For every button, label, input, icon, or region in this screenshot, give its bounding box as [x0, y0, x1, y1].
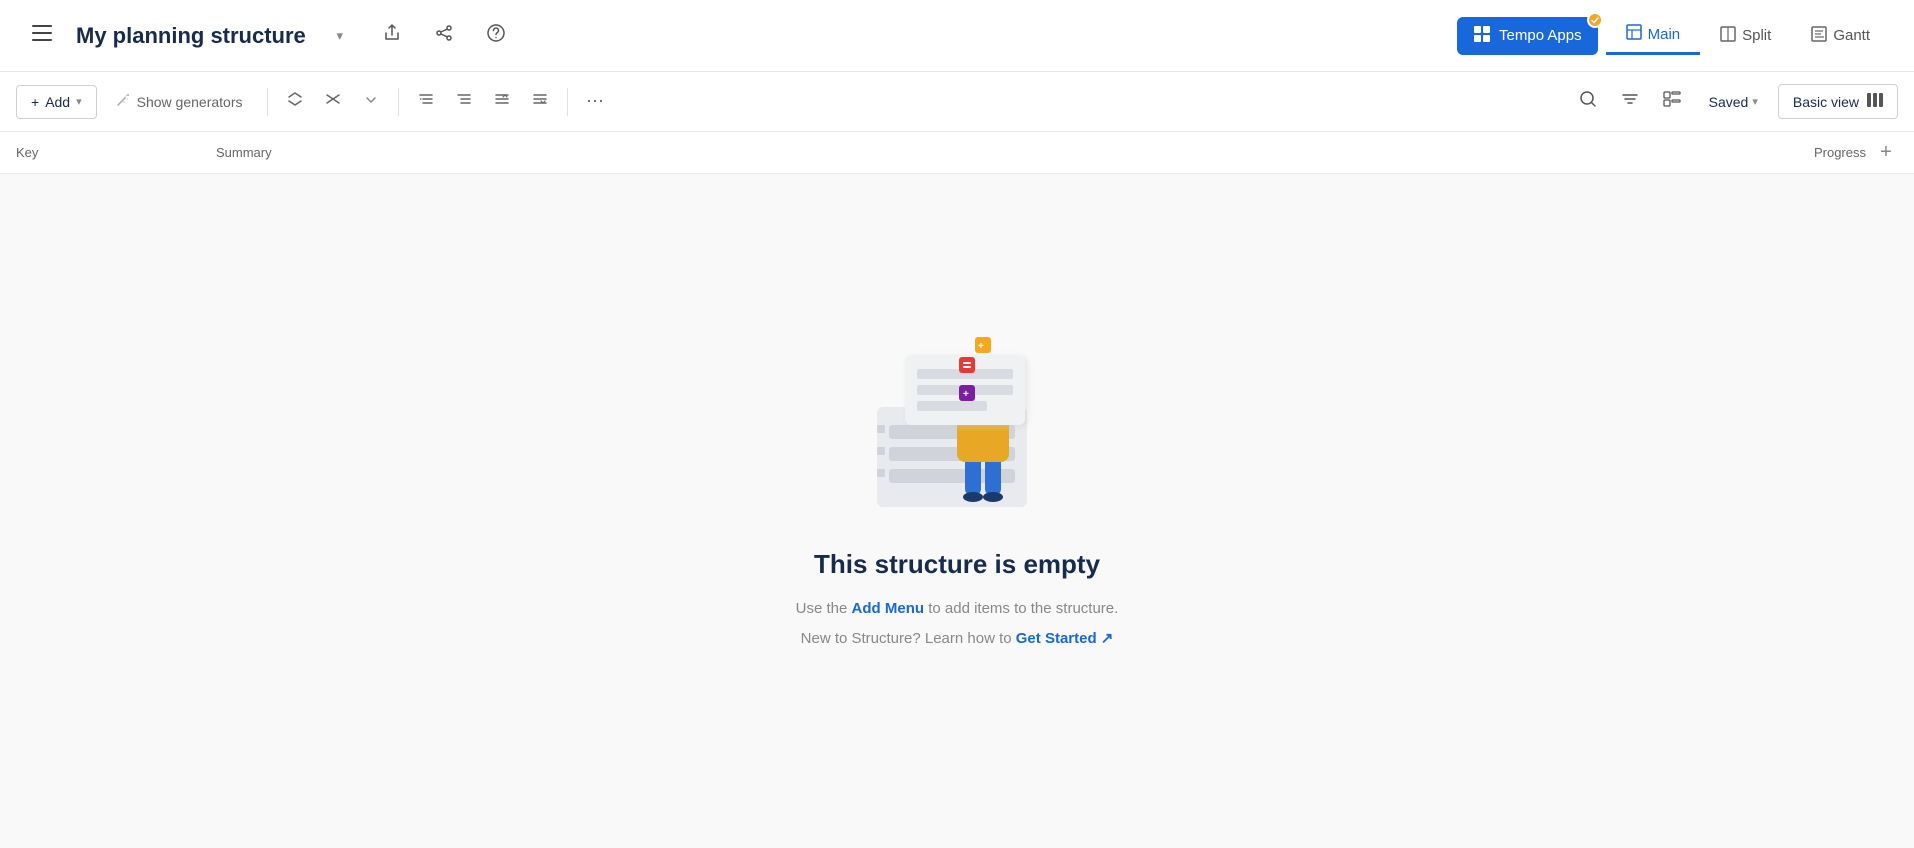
column-key-header: Key	[16, 145, 216, 160]
share-link-button[interactable]	[426, 18, 462, 54]
tab-main[interactable]: Main	[1606, 16, 1701, 55]
saved-label: Saved	[1709, 94, 1749, 110]
column-summary-header: Summary	[216, 145, 1814, 160]
group-icon	[1663, 90, 1681, 113]
tempo-apps-grid-icon	[1473, 25, 1491, 47]
add-icon: +	[31, 94, 39, 110]
wand-icon	[116, 92, 131, 111]
outdent-icon	[456, 91, 472, 112]
expand-icon	[287, 91, 303, 112]
search-button[interactable]	[1571, 85, 1605, 119]
title-dropdown-button[interactable]: ▾	[322, 18, 358, 54]
group-by-button[interactable]	[1655, 85, 1689, 119]
indent-icon	[418, 91, 434, 112]
subtitle-middle: to add items to the structure.	[924, 600, 1118, 617]
more-options-button[interactable]: ⋯	[578, 85, 612, 119]
top-nav-left: My planning structure ▾	[24, 18, 514, 54]
svg-text:+: +	[978, 341, 984, 352]
empty-illustration: + +	[817, 277, 1097, 517]
toolbar-divider-1	[267, 88, 268, 116]
add-column-button[interactable]: +	[1874, 141, 1898, 165]
empty-state-title: This structure is empty	[814, 549, 1100, 580]
columns-icon	[1867, 93, 1883, 110]
toolbar: + Add ▾ Show generators	[0, 72, 1914, 132]
add-label: Add	[45, 94, 70, 110]
notification-badge	[1587, 12, 1603, 28]
move-down-icon	[532, 91, 548, 112]
add-menu-link[interactable]: Add Menu	[852, 600, 925, 617]
tab-split-label: Split	[1742, 27, 1771, 44]
saved-chevron-icon: ▾	[1752, 95, 1758, 108]
top-nav: My planning structure ▾	[0, 0, 1914, 72]
subtitle-before: Use the	[796, 600, 852, 617]
help-icon	[487, 24, 505, 47]
toolbar-right: Saved ▾ Basic view	[1571, 84, 1898, 119]
gantt-view-icon	[1811, 26, 1827, 46]
filter-button[interactable]	[1613, 85, 1647, 119]
tab-gantt[interactable]: Gantt	[1791, 18, 1890, 54]
page-title: My planning structure	[76, 23, 306, 49]
hamburger-icon	[32, 25, 52, 46]
expand-all-button[interactable]	[278, 85, 312, 119]
move-up-icon	[494, 91, 510, 112]
help-button[interactable]	[478, 18, 514, 54]
collapse-icon	[325, 91, 341, 112]
level-down-button[interactable]	[354, 85, 388, 119]
chevron-down-icon: ▾	[337, 28, 344, 44]
learn-before: New to Structure? Learn how to	[801, 630, 1016, 647]
toolbar-divider-2	[398, 88, 399, 116]
top-nav-right: Tempo Apps Main	[1457, 16, 1890, 55]
column-header: Key Summary Progress +	[0, 132, 1914, 174]
filter-icon	[1621, 90, 1639, 113]
column-progress-header: Progress +	[1814, 141, 1898, 165]
outdent-button[interactable]	[447, 85, 481, 119]
search-icon	[1579, 90, 1597, 113]
empty-state-learn: New to Structure? Learn how to Get Start…	[801, 626, 1114, 652]
svg-text:+: +	[963, 389, 969, 400]
share-link-icon	[435, 24, 453, 47]
tab-gantt-label: Gantt	[1833, 27, 1870, 44]
ellipsis-icon: ⋯	[586, 91, 605, 112]
tempo-apps-button[interactable]: Tempo Apps	[1457, 17, 1598, 55]
share-icon	[383, 24, 401, 47]
add-chevron-icon: ▾	[76, 95, 82, 108]
collapse-all-button[interactable]	[316, 85, 350, 119]
indent-button[interactable]	[409, 85, 443, 119]
show-generators-button[interactable]: Show generators	[101, 83, 258, 120]
view-tabs: Main Split	[1606, 16, 1890, 55]
chevron-down-icon	[365, 93, 377, 111]
show-generators-label: Show generators	[137, 94, 243, 110]
add-button[interactable]: + Add ▾	[16, 85, 97, 119]
main-view-icon	[1626, 24, 1642, 44]
empty-state: + + This structure is empty Use the Add …	[0, 174, 1914, 754]
tab-main-label: Main	[1648, 26, 1681, 43]
basic-view-label: Basic view	[1793, 94, 1859, 110]
toolbar-divider-3	[567, 88, 568, 116]
split-view-icon	[1720, 26, 1736, 46]
saved-button[interactable]: Saved ▾	[1697, 88, 1770, 116]
move-down-button[interactable]	[523, 85, 557, 119]
tempo-apps-label: Tempo Apps	[1499, 27, 1582, 44]
basic-view-button[interactable]: Basic view	[1778, 84, 1898, 119]
empty-state-subtitle: Use the Add Menu to add items to the str…	[796, 596, 1119, 622]
get-started-link[interactable]: Get Started ↗	[1016, 630, 1114, 647]
tab-split[interactable]: Split	[1700, 18, 1791, 54]
share-button[interactable]	[374, 18, 410, 54]
toolbar-left: + Add ▾ Show generators	[16, 83, 1567, 120]
hamburger-menu-button[interactable]	[24, 18, 60, 54]
plus-icon: +	[1880, 141, 1892, 164]
move-up-button[interactable]	[485, 85, 519, 119]
